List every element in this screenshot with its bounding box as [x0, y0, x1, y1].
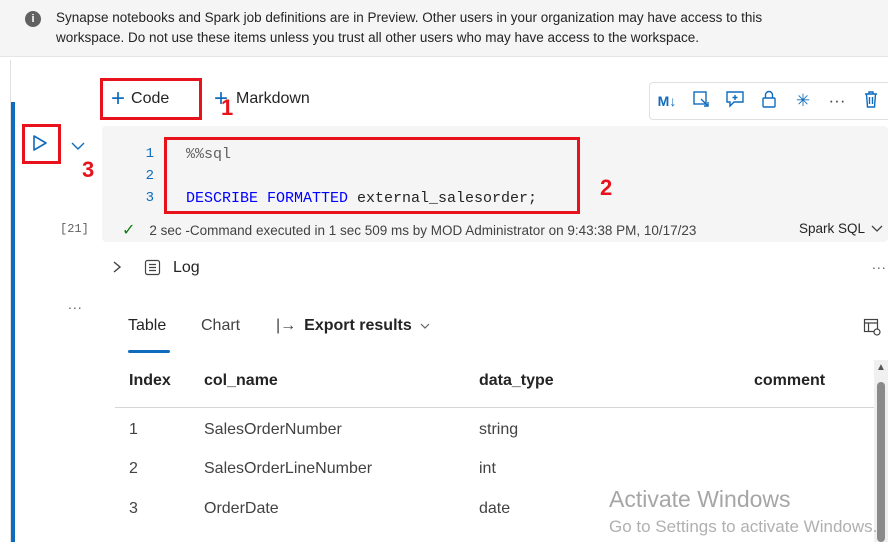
cell-data-type: string: [479, 421, 519, 438]
play-icon: [33, 135, 47, 151]
add-code-button[interactable]: + Code: [111, 85, 170, 112]
cell-index: 2: [129, 460, 138, 477]
tab-table[interactable]: Table: [128, 317, 166, 335]
collapse-icon[interactable]: [684, 90, 718, 113]
comment-icon[interactable]: [718, 90, 752, 113]
cell-col-name: OrderDate: [204, 500, 279, 517]
line-number: 2: [145, 168, 154, 184]
tab-chart[interactable]: Chart: [201, 317, 240, 335]
code-text: external_salesorder;: [348, 189, 538, 207]
annotation-number-2: 2: [600, 175, 613, 200]
chevron-down-icon: [871, 225, 883, 232]
line-number: 3: [145, 190, 154, 206]
plus-icon: +: [111, 85, 126, 112]
markdown-toggle-icon[interactable]: M↓: [650, 93, 684, 109]
code-keyword: DESCRIBE FORMATTED: [186, 189, 349, 207]
chevron-right-icon: [113, 261, 122, 273]
cell-index: 3: [129, 500, 138, 517]
scroll-up-icon[interactable]: ▲: [876, 362, 886, 373]
freeze-icon[interactable]: ✳: [786, 91, 820, 111]
add-markdown-button[interactable]: + Markdown: [214, 85, 310, 112]
export-icon: |→: [276, 317, 297, 334]
banner-line-1: Synapse notebooks and Spark job definiti…: [56, 10, 763, 25]
log-icon: [144, 259, 161, 281]
execution-count: [21]: [60, 222, 89, 236]
activation-watermark-subtitle: Go to Settings to activate Windows.: [609, 517, 878, 536]
column-header-index[interactable]: Index: [129, 372, 171, 390]
code-magic: %%sql: [186, 145, 232, 163]
code-line: 3 DESCRIBE FORMATTED external_salesorder…: [134, 187, 537, 209]
table-settings-icon[interactable]: [863, 318, 881, 341]
column-header-col-name[interactable]: col_name: [204, 372, 278, 390]
cell-col-name: SalesOrderLineNumber: [204, 460, 373, 477]
language-selector[interactable]: Spark SQL: [799, 221, 883, 236]
cell-data-type: date: [479, 500, 511, 517]
info-icon: i: [25, 11, 41, 27]
execution-status: ✓ 2 sec -Command executed in 1 sec 509 m…: [122, 220, 696, 240]
cell-data-type: int: [479, 460, 496, 477]
lock-icon[interactable]: [752, 90, 786, 113]
cell-col-name: SalesOrderNumber: [204, 421, 342, 438]
banner-text: Synapse notebooks and Spark job definiti…: [56, 8, 856, 48]
tab-table-underline: [128, 350, 170, 353]
preview-banner: i Synapse notebooks and Spark job defini…: [0, 0, 888, 57]
table-header-divider: [115, 407, 875, 408]
line-number: 1: [145, 146, 154, 162]
code-editor[interactable]: 1 %%sql 2 3 DESCRIBE FORMATTED external_…: [134, 143, 537, 209]
column-header-data-type[interactable]: data_type: [479, 372, 554, 390]
chevron-down-icon: [71, 142, 85, 150]
output-more-icon[interactable]: ...: [68, 296, 83, 312]
log-expand-button[interactable]: [112, 260, 122, 279]
status-text: 2 sec -Command executed in 1 sec 509 ms …: [149, 222, 697, 238]
active-cell-indicator: [11, 102, 15, 542]
code-line: 1 %%sql: [134, 143, 537, 165]
export-results-label: Export results: [304, 317, 412, 334]
more-icon[interactable]: ···: [820, 91, 854, 111]
cell-toolbar: M↓ ✳ ···: [649, 82, 888, 120]
chevron-down-icon: [420, 323, 430, 329]
add-markdown-label: Markdown: [236, 90, 310, 107]
run-cell-button[interactable]: [32, 134, 48, 157]
code-line: 2: [134, 165, 537, 187]
delete-icon[interactable]: [854, 90, 888, 113]
checkmark-icon: ✓: [122, 222, 136, 239]
log-more-icon[interactable]: ...: [872, 256, 887, 272]
plus-icon: +: [214, 85, 229, 112]
banner-line-2: workspace. Do not use these items unless…: [56, 30, 700, 45]
column-header-comment[interactable]: comment: [754, 372, 825, 390]
run-options-button[interactable]: [70, 138, 86, 156]
log-label[interactable]: Log: [173, 259, 200, 277]
add-code-label: Code: [131, 90, 170, 107]
scrollbar-thumb[interactable]: [877, 382, 885, 542]
cell-index: 1: [129, 421, 138, 438]
export-results-button[interactable]: |→ Export results: [276, 317, 430, 335]
activation-watermark-title: Activate Windows: [609, 486, 791, 512]
annotation-number-3: 3: [82, 157, 95, 182]
language-label: Spark SQL: [799, 221, 866, 236]
